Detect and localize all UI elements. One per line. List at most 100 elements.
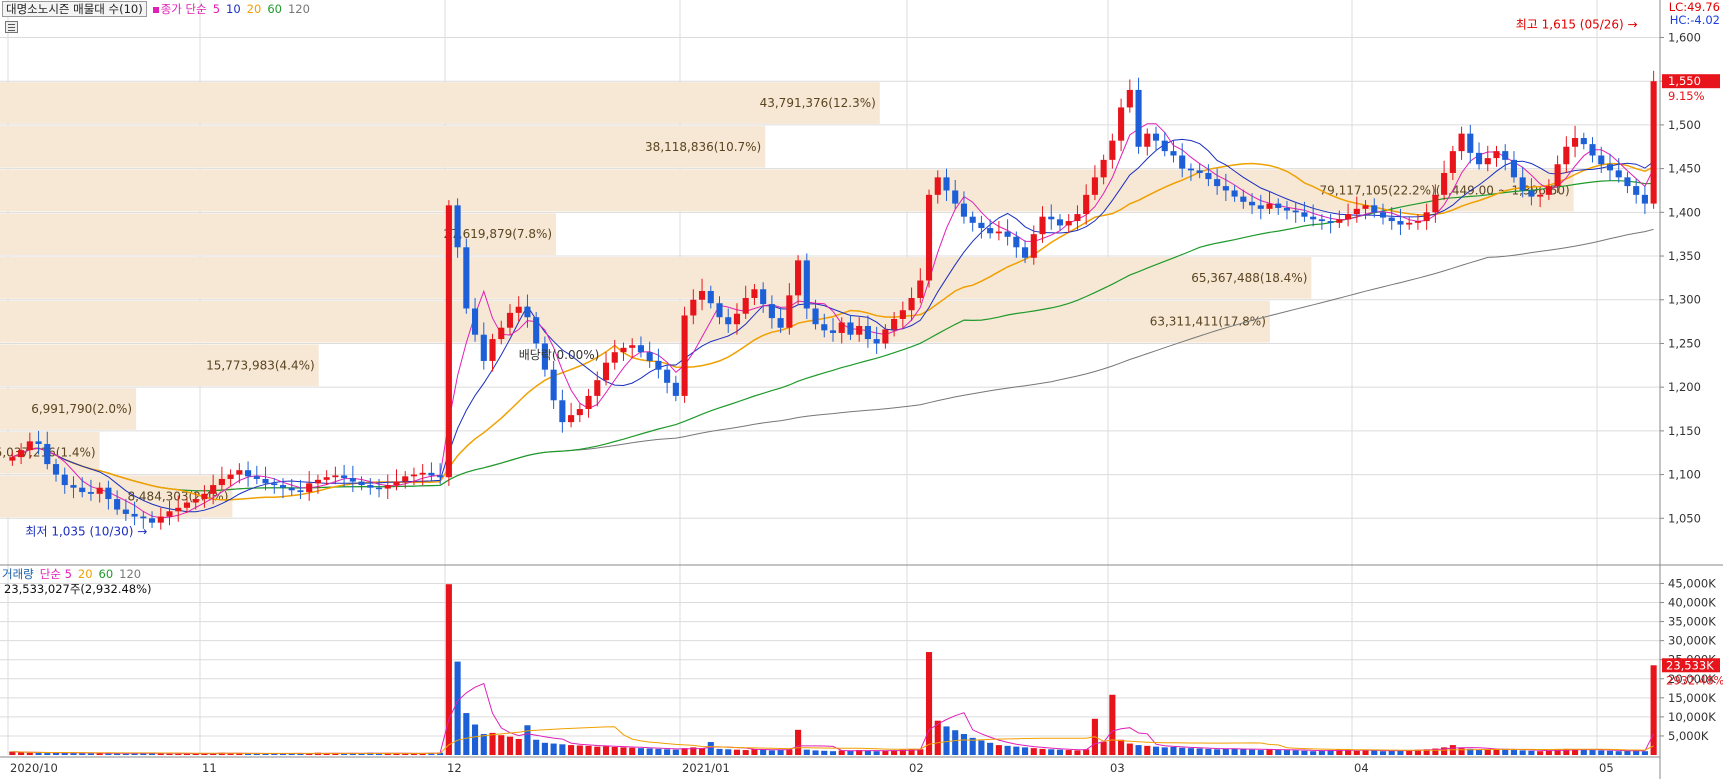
- volume-header: 거래량 단순 5 20 60 120: [2, 566, 141, 582]
- volume-bar: [707, 742, 714, 755]
- volume-ma-60: 60: [98, 567, 114, 581]
- last-volume-label: 23,533K: [1666, 658, 1714, 672]
- candle: [1152, 133, 1160, 141]
- candle: [79, 487, 86, 493]
- candle: [1615, 170, 1622, 178]
- candle: [1196, 170, 1203, 173]
- volume-bar: [760, 749, 767, 755]
- candle: [585, 395, 592, 410]
- volume-bar: [1022, 747, 1029, 755]
- volume-tick-label: 40,000K: [1668, 596, 1716, 610]
- last-price-label: 1,550: [1668, 74, 1701, 88]
- volume-bar: [1606, 750, 1614, 755]
- hc-readout: HC:-4.02: [1669, 13, 1720, 27]
- volume-bar: [1135, 745, 1142, 755]
- candle: [201, 493, 208, 500]
- volume-bar: [1275, 749, 1282, 755]
- candle: [768, 304, 775, 319]
- candle: [341, 475, 348, 479]
- volume-bar: [1301, 750, 1308, 755]
- date-tick-label: 02: [909, 761, 924, 775]
- dividend-annotation: 배당락(0.00%): [519, 348, 600, 362]
- candle: [725, 317, 732, 325]
- candle: [873, 339, 880, 344]
- volume-bar: [1065, 750, 1072, 755]
- volume-bar: [594, 746, 601, 755]
- candle: [271, 483, 278, 486]
- candle: [952, 190, 959, 204]
- volume-tick-label: 5,000K: [1668, 729, 1709, 743]
- candle: [1091, 177, 1098, 195]
- volume-bar: [812, 750, 819, 755]
- candle: [61, 474, 68, 486]
- volume-bar: [1056, 749, 1064, 755]
- candle: [568, 415, 575, 423]
- volume-bar: [952, 730, 959, 755]
- volume-bar: [1248, 749, 1256, 755]
- volume-bar: [498, 735, 505, 755]
- candle: [349, 478, 356, 482]
- volume-bar: [1458, 748, 1465, 755]
- candle: [550, 369, 557, 401]
- candle: [52, 464, 60, 475]
- candle: [611, 352, 618, 363]
- candle: [428, 472, 435, 476]
- candle: [393, 481, 400, 486]
- volume-bar: [664, 749, 671, 755]
- candle: [655, 360, 662, 370]
- chart-canvas[interactable]: 8,484,303(2.4%)5,037,216(1.4%)6,991,790(…: [0, 0, 1723, 779]
- volume-bar: [1318, 750, 1325, 755]
- candle: [410, 474, 418, 477]
- date-tick-label: 2020/10: [10, 761, 58, 775]
- candle: [1580, 138, 1587, 145]
- candle: [803, 260, 810, 309]
- candle: [1502, 151, 1509, 160]
- candle: [681, 315, 688, 396]
- volume-bar: [1624, 750, 1631, 755]
- candle: [166, 511, 173, 517]
- candle: [1013, 236, 1020, 248]
- candle: [1423, 212, 1430, 222]
- volume-tick-label: 45,000K: [1668, 576, 1716, 590]
- volume-bar: [1266, 749, 1273, 755]
- menu-icon[interactable]: [5, 21, 18, 33]
- candle: [1214, 179, 1221, 187]
- candle: [960, 203, 968, 217]
- chart-title[interactable]: 대명소노시즌 매물대 수(10): [2, 1, 147, 17]
- candle: [1598, 155, 1605, 165]
- candle: [1318, 219, 1325, 222]
- candle: [1248, 201, 1256, 206]
- volume-bar: [1580, 749, 1587, 755]
- volume-tick-label: 30,000K: [1668, 634, 1716, 648]
- candle: [576, 409, 583, 416]
- volume-ma-label: 단순 5: [39, 567, 72, 581]
- candle: [70, 485, 77, 488]
- volume-bar: [79, 753, 86, 755]
- candle: [1187, 168, 1194, 171]
- volume-tick-label: 35,000K: [1668, 615, 1716, 629]
- volume-profile-label: 15,773,983(4.4%): [206, 358, 315, 372]
- volume-bar: [1589, 750, 1596, 755]
- stock-chart[interactable]: 8,484,303(2.4%)5,037,216(1.4%)6,991,790(…: [0, 0, 1723, 779]
- volume-bar: [602, 746, 610, 755]
- candle: [114, 499, 121, 510]
- volume-bar: [829, 751, 837, 755]
- price-tick-label: 1,100: [1668, 468, 1701, 482]
- candle: [1039, 216, 1046, 235]
- candle: [925, 194, 933, 281]
- volume-bar: [1205, 748, 1212, 755]
- candle: [332, 475, 339, 478]
- volume-bar: [1283, 750, 1291, 755]
- candle: [1624, 177, 1631, 187]
- candle: [899, 310, 906, 319]
- volume-bar: [1379, 751, 1387, 755]
- volume-bar: [70, 753, 77, 755]
- candle: [44, 443, 51, 465]
- candle: [1545, 186, 1552, 195]
- volume-profile-label: 43,791,376(12.3%): [760, 96, 876, 110]
- candle: [297, 490, 304, 493]
- candle: [1292, 210, 1299, 213]
- low-annotation: 최저 1,035 (10/30) →: [25, 524, 147, 538]
- candle: [1606, 164, 1614, 171]
- volume-bar: [1222, 748, 1229, 755]
